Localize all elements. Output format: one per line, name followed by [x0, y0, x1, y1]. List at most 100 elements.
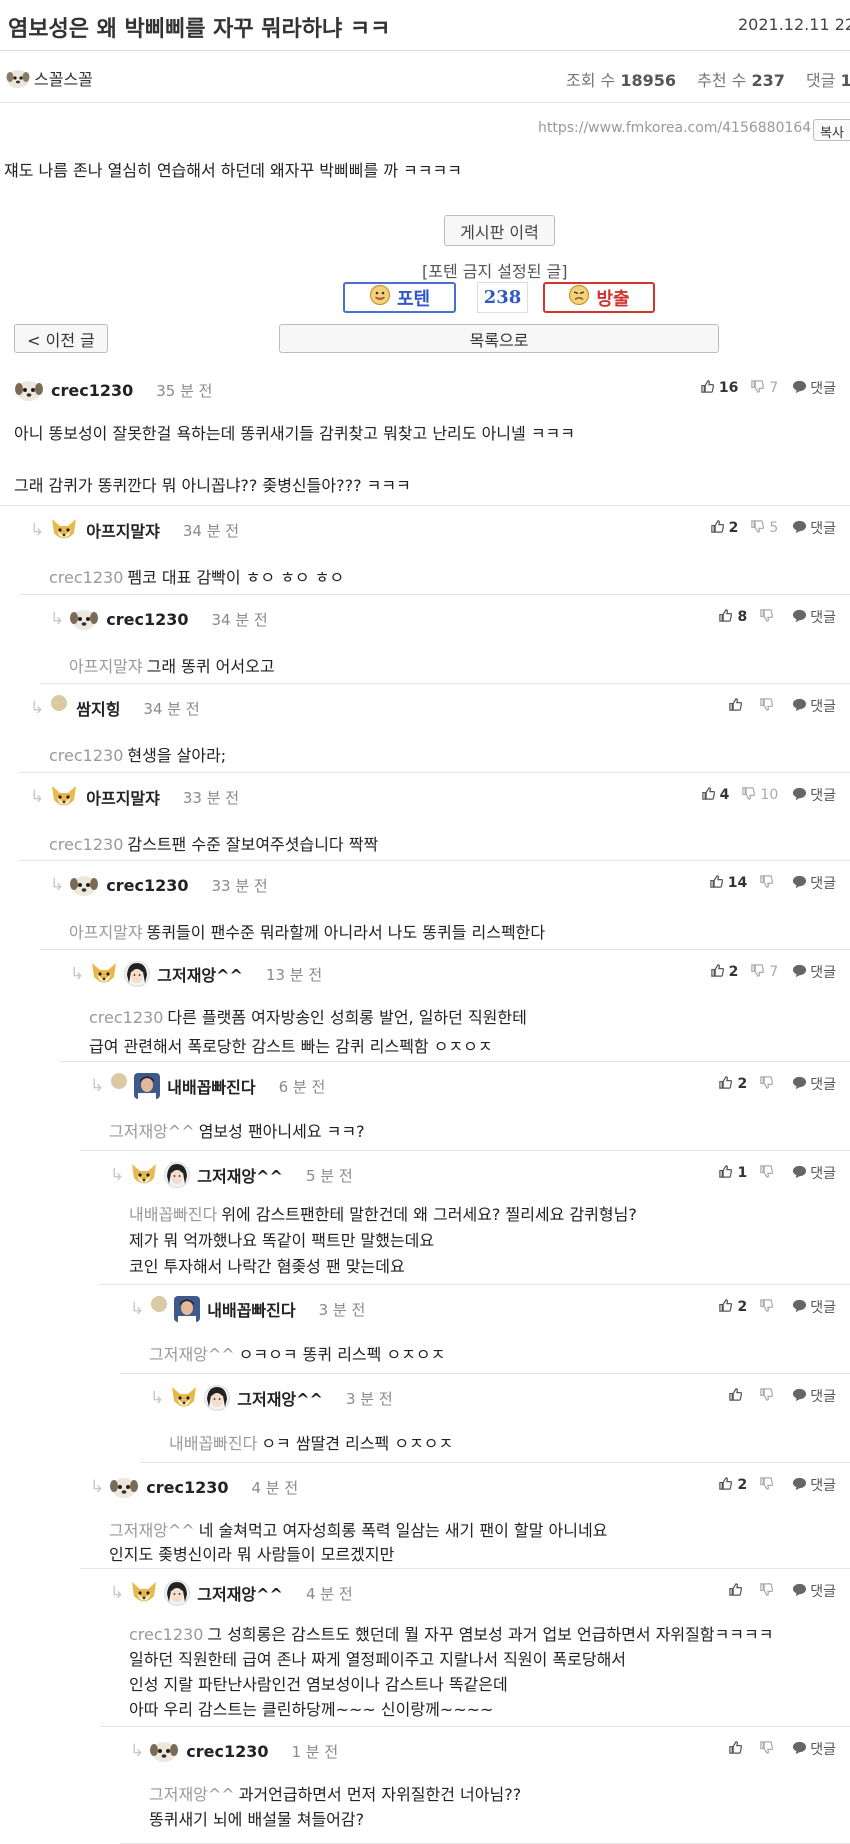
comment-upvote-button[interactable]	[728, 1387, 747, 1406]
comment-upvote-button[interactable]: 8	[718, 608, 747, 627]
reply-target[interactable]: 그저재앙^^	[149, 1785, 235, 1804]
reply-target[interactable]: 그저재앙^^	[109, 1521, 195, 1540]
thumbs-down-icon	[750, 963, 765, 982]
dog-avatar	[69, 872, 99, 898]
comment-upvote-button[interactable]: 2	[718, 1476, 747, 1495]
comment-upvote-button[interactable]: 1	[718, 1164, 747, 1183]
comment-reply-button[interactable]: 댓글	[792, 1581, 836, 1601]
comment-author[interactable]: 쌈지힝	[76, 696, 120, 720]
post-url[interactable]: https://www.fmkorea.com/4156880164	[538, 120, 811, 136]
comment-downvote-button[interactable]	[759, 1298, 778, 1317]
comment-upvote-button[interactable]: 16	[700, 379, 738, 398]
comment-downvote-button[interactable]: 7	[750, 963, 778, 982]
reply-arrow-icon: ↳	[30, 787, 45, 807]
reply-target[interactable]: 그저재앙^^	[149, 1345, 235, 1364]
comment-downvote-button[interactable]	[759, 608, 778, 627]
comment-item: ↳ 그저재앙^^ 4 분 전 댓글 crec1230 그 성희롱은 감스트도 했던데 뭘 …	[100, 1569, 850, 1727]
comment-line: crec1230 다른 플랫폼 여자방송인 성희롱 발언, 일하던 직원한테	[89, 1004, 527, 1028]
comment-reply-button[interactable]: 댓글	[792, 1475, 836, 1495]
comment-author[interactable]: 그저재앙^^	[237, 1386, 323, 1410]
comment-downvote-button[interactable]: 10	[741, 786, 778, 805]
comment-reply-button[interactable]: 댓글	[792, 1386, 836, 1406]
photo-avatar	[164, 1162, 191, 1188]
reply-target[interactable]: 아프지말쟈	[69, 923, 143, 942]
reply-target[interactable]: 내배꼽빠진다	[169, 1434, 257, 1453]
comment-reply-button[interactable]: 댓글	[792, 873, 836, 893]
comment-reply-button[interactable]: 댓글	[792, 607, 836, 627]
prev-post-button[interactable]: < 이전 글	[14, 324, 108, 353]
comment-downvote-button[interactable]	[759, 1387, 778, 1406]
comment-reply-button[interactable]: 댓글	[792, 1163, 836, 1183]
comment-downvote-button[interactable]	[759, 697, 778, 716]
comment-author[interactable]: crec1230	[146, 1478, 228, 1497]
comment-author[interactable]: crec1230	[51, 381, 133, 400]
recommend-label: 추천 수	[697, 71, 747, 90]
comment-reply-button[interactable]: 댓글	[792, 1074, 836, 1094]
comment-downvote-button[interactable]	[759, 1740, 778, 1759]
comment-author[interactable]: 그저재앙^^	[197, 1163, 283, 1187]
comment-author[interactable]: 내배꼽빠진다	[167, 1074, 255, 1098]
comment-upvote-button[interactable]: 4	[701, 786, 729, 805]
comment-upvote-button[interactable]	[728, 1740, 747, 1759]
comment-downvote-button[interactable]	[759, 1075, 778, 1094]
vote-count: 238	[477, 282, 528, 313]
comment-upvote-button[interactable]: 14	[709, 874, 747, 893]
speech-bubble-icon	[792, 1582, 807, 1601]
eject-vote-button[interactable]: 방출	[543, 282, 655, 313]
comment-header: crec1230 35 분 전	[14, 376, 212, 404]
comment-author[interactable]: 아프지말쟈	[86, 518, 160, 542]
comment-author[interactable]: crec1230	[106, 610, 188, 629]
reply-target[interactable]: 그저재앙^^	[109, 1122, 195, 1141]
comment-votes: 댓글	[728, 1386, 836, 1406]
comment-reply-button[interactable]: 댓글	[792, 1739, 836, 1759]
comment-text: 인지도 좆병신이라 뭐 사람들이 모르겠지만	[109, 1545, 395, 1564]
comment-text: 현생을 살아라;	[127, 746, 227, 765]
comment-reply-button[interactable]: 댓글	[792, 962, 836, 982]
comment-upvote-button[interactable]	[728, 1582, 747, 1601]
comment-author[interactable]: crec1230	[186, 1742, 268, 1761]
back-to-list-button[interactable]: 목록으로	[279, 324, 719, 353]
reply-arrow-icon: ↳	[150, 1388, 165, 1408]
reply-target[interactable]: crec1230	[129, 1625, 203, 1644]
potent-vote-button[interactable]: 포텐	[343, 282, 456, 313]
reply-label: 댓글	[810, 610, 836, 626]
comment-upvote-button[interactable]: 2	[718, 1075, 747, 1094]
reply-target[interactable]: 내배꼽빠진다	[129, 1205, 217, 1224]
comment-upvote-button[interactable]: 2	[710, 963, 738, 982]
reply-target[interactable]: crec1230	[49, 568, 123, 587]
comment-downvote-button[interactable]	[759, 874, 778, 893]
comment-time: 34 분 전	[143, 699, 200, 718]
comment-downvote-button[interactable]	[759, 1476, 778, 1495]
comment-upvote-button[interactable]: 2	[718, 1298, 747, 1317]
post-meta: 스꼴스꼴 조회 수 18956 추천 수 237 댓글 12	[0, 52, 850, 103]
comment-author[interactable]: crec1230	[106, 876, 188, 895]
comment-upvote-button[interactable]	[728, 697, 747, 716]
reply-target[interactable]: crec1230	[49, 835, 123, 854]
comment-reply-button[interactable]: 댓글	[792, 785, 836, 805]
comment-upvote-button[interactable]: 2	[710, 519, 738, 538]
comment-line: 제가 뭐 억까했나요 똑같이 팩트만 말했는데요	[129, 1227, 434, 1251]
comment-reply-button[interactable]: 댓글	[792, 378, 836, 398]
reply-arrow-icon: ↳	[50, 609, 65, 629]
copy-url-button[interactable]: 복사	[813, 119, 850, 141]
post-title: 염보성은 왜 박삐삐를 자꾸 뭐라하냐 ㅋㅋ	[8, 17, 391, 42]
comment-downvote-button[interactable]	[759, 1164, 778, 1183]
post-author[interactable]: 스꼴스꼴	[6, 66, 93, 90]
comment-downvote-button[interactable]	[759, 1582, 778, 1601]
board-history-button[interactable]: 게시판 이력	[444, 215, 555, 246]
comment-reply-button[interactable]: 댓글	[792, 1297, 836, 1317]
comment-author[interactable]: 그저재앙^^	[197, 1581, 283, 1605]
comment-reply-button[interactable]: 댓글	[792, 696, 836, 716]
comment-author[interactable]: 내배꼽빠진다	[207, 1297, 295, 1321]
comment-header: ↳ crec1230 4 분 전	[90, 1473, 298, 1501]
reply-target[interactable]: crec1230	[89, 1008, 163, 1027]
comment-reply-button[interactable]: 댓글	[792, 518, 836, 538]
comment-downvote-button[interactable]: 7	[750, 379, 778, 398]
comment-author[interactable]: 그저재앙^^	[157, 962, 243, 986]
reply-target[interactable]: 아프지말쟈	[69, 657, 143, 676]
eject-label: 방출	[596, 288, 630, 310]
comment-downvote-button[interactable]: 5	[750, 519, 778, 538]
reply-target[interactable]: crec1230	[49, 746, 123, 765]
comment-author[interactable]: 아프지말쟈	[86, 785, 160, 809]
comment-text: 인성 지랄 파탄난사람인건 염보성이나 감스트나 똑같은데	[129, 1675, 508, 1694]
